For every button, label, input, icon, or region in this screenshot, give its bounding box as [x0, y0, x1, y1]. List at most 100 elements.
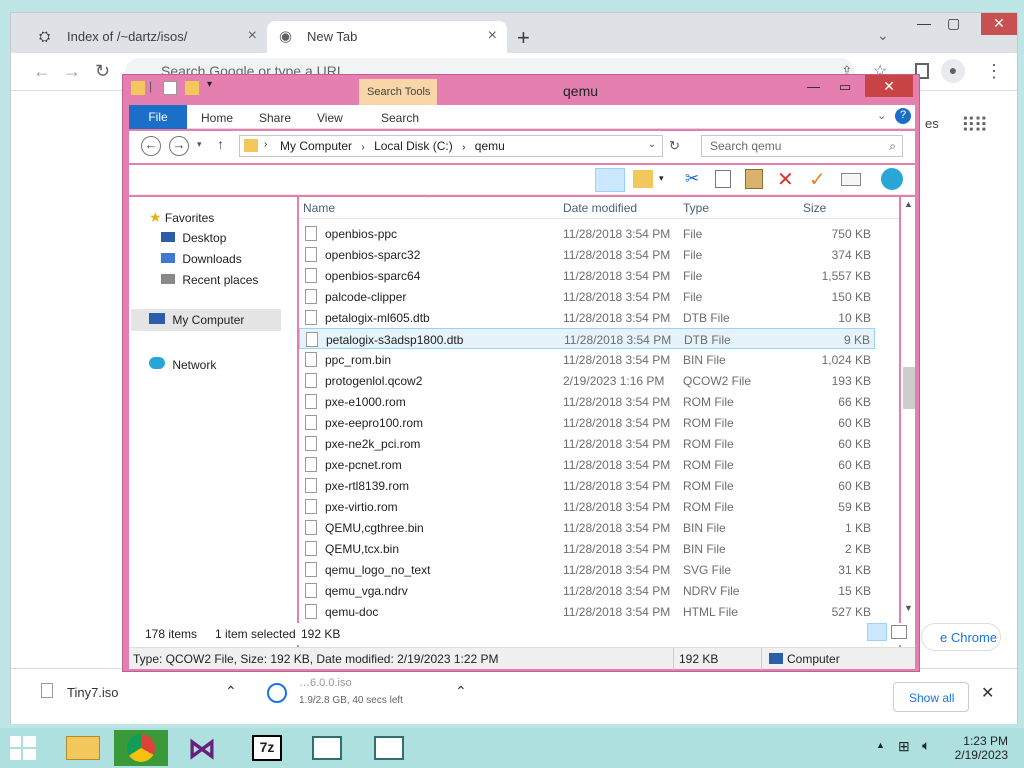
close-tab-icon[interactable]: × — [488, 27, 497, 45]
nav-favorites[interactable]: ★ Favorites — [149, 209, 214, 226]
table-row[interactable]: pxe-virtio.rom 11/28/2018 3:54 PM ROM File… — [299, 496, 875, 517]
table-row[interactable]: qemu-doc 11/28/2018 3:54 PM HTML File 527 K… — [299, 601, 875, 622]
vertical-scrollbar[interactable]: ▲ ▼ — [901, 197, 915, 647]
chevron-up-icon[interactable]: ⌃ — [225, 683, 237, 700]
clock[interactable]: 1:23 PM 2/19/2023 — [950, 734, 1008, 762]
properties-icon[interactable] — [841, 173, 861, 186]
breadcrumb-local-disk[interactable]: Local Disk (C:) — [374, 139, 453, 153]
copy-icon[interactable] — [715, 170, 731, 188]
minimize-button[interactable]: — — [807, 79, 820, 94]
forward-arrow-icon[interactable]: → — [63, 61, 81, 82]
tray-chevron-up-icon[interactable]: ▲ — [876, 740, 885, 750]
up-arrow-icon[interactable]: ↑ — [217, 136, 224, 152]
close-download-bar-icon[interactable]: ✕ — [981, 683, 994, 703]
minimize-button[interactable]: — — [917, 15, 931, 31]
breadcrumb-qemu[interactable]: qemu — [475, 139, 505, 153]
table-row[interactable]: pxe-e1000.rom 11/28/2018 3:54 PM ROM File 6… — [299, 391, 875, 412]
table-row[interactable]: qemu_logo_no_text 11/28/2018 3:54 PM SVG F… — [299, 559, 875, 580]
tab-search-chevron-icon[interactable]: ⌄ — [877, 27, 889, 44]
close-window-button[interactable]: ✕ — [865, 75, 913, 97]
globe-icon[interactable] — [881, 168, 903, 190]
cut-icon[interactable]: ✂ — [685, 169, 699, 189]
folder-options-icon[interactable] — [633, 170, 653, 188]
table-row[interactable]: openbios-sparc64 11/28/2018 3:54 PM File 1,… — [299, 265, 875, 286]
ribbon-collapse-icon[interactable]: ⌄ — [877, 109, 886, 122]
table-row[interactable]: openbios-ppc 11/28/2018 3:54 PM File 750 KB — [299, 223, 875, 244]
details-view-icon[interactable] — [867, 623, 887, 641]
header-link-partial[interactable]: es — [925, 116, 939, 131]
customize-chrome-button[interactable]: e Chrome — [921, 623, 1001, 651]
paste-icon[interactable] — [745, 169, 763, 189]
table-row[interactable]: pxe-ne2k_pci.rom 11/28/2018 3:54 PM ROM Fi… — [299, 433, 875, 454]
scroll-up-icon[interactable]: ▲ — [904, 199, 913, 209]
network-tray-icon[interactable]: ⊞ — [898, 738, 910, 755]
table-row[interactable]: pxe-pcnet.rom 11/28/2018 3:54 PM ROM File 6… — [299, 454, 875, 475]
search-input[interactable]: Search qemu ⌕ — [701, 135, 903, 157]
back-arrow-icon[interactable]: ← — [141, 136, 161, 156]
taskbar-app-1[interactable] — [300, 730, 354, 766]
help-icon[interactable]: ? — [895, 108, 911, 124]
maximize-button[interactable]: ▢ — [947, 15, 960, 32]
nav-downloads[interactable]: Downloads — [161, 252, 242, 266]
table-row[interactable]: pxe-rtl8139.rom 11/28/2018 3:54 PM ROM Fil… — [299, 475, 875, 496]
back-arrow-icon[interactable]: ← — [33, 61, 51, 82]
column-name[interactable]: Name — [303, 201, 335, 215]
taskbar-app-2[interactable] — [362, 730, 416, 766]
tab-view[interactable]: View — [317, 111, 343, 125]
new-tab-button[interactable]: + — [517, 25, 530, 51]
taskbar-visual-studio[interactable]: ⋈ — [176, 730, 230, 766]
maximize-button[interactable]: ▭ — [839, 79, 851, 95]
show-all-button[interactable]: Show all — [893, 682, 969, 712]
breadcrumb-my-computer[interactable]: My Computer — [280, 139, 352, 153]
taskbar-7zip[interactable]: 7z — [238, 730, 292, 766]
close-window-button[interactable]: ✕ — [981, 13, 1017, 35]
table-row[interactable]: QEMU,cgthree.bin 11/28/2018 3:54 PM BIN Fi… — [299, 517, 875, 538]
table-row[interactable]: QEMU,tcx.bin 11/28/2018 3:54 PM BIN File 2 … — [299, 538, 875, 559]
table-row[interactable]: pxe-eepro100.rom 11/28/2018 3:54 PM ROM Fi… — [299, 412, 875, 433]
column-date-modified[interactable]: Date modified — [563, 201, 637, 215]
large-icons-view-icon[interactable] — [891, 625, 907, 639]
tab-index-isos[interactable]: ⛭ Index of /~dartz/isos/ × — [27, 21, 267, 53]
table-row-selected[interactable]: petalogix-s3adsp1800.dtb 11/28/2018 3:54 … — [299, 328, 875, 349]
taskbar-chrome[interactable] — [114, 730, 168, 766]
volume-tray-icon[interactable]: 🔈︎ — [922, 737, 930, 754]
chevron-down-icon[interactable]: ⌄ — [648, 139, 656, 150]
qat-dropdown-icon[interactable]: ▾ — [207, 79, 212, 90]
new-folder-icon[interactable] — [185, 81, 199, 95]
refresh-icon[interactable]: ↻ — [669, 138, 680, 154]
delete-icon[interactable]: ✕ — [777, 167, 794, 192]
taskbar-file-explorer[interactable] — [56, 730, 110, 766]
table-row[interactable]: openbios-sparc32 11/28/2018 3:54 PM File 37… — [299, 244, 875, 265]
rename-check-icon[interactable]: ✓ — [809, 167, 826, 192]
tab-file[interactable]: File — [129, 105, 187, 129]
table-row[interactable]: petalogix-ml605.dtb 11/28/2018 3:54 PM DTB… — [299, 307, 875, 328]
preview-pane-icon[interactable] — [595, 168, 625, 192]
chevron-down-icon[interactable]: ▾ — [659, 173, 664, 184]
tab-new-tab[interactable]: ◉ New Tab × — [267, 21, 507, 53]
reload-icon[interactable]: ↻ — [95, 61, 110, 82]
download-item-tiny7[interactable]: Tiny7.iso ⌃ — [39, 683, 249, 713]
start-button[interactable] — [8, 734, 38, 762]
table-row[interactable]: palcode-clipper 11/28/2018 3:54 PM File 150… — [299, 286, 875, 307]
chevron-up-icon[interactable]: ⌃ — [455, 683, 467, 700]
table-row[interactable]: qemu_vga.ndrv 11/28/2018 3:54 PM NDRV File… — [299, 580, 875, 601]
column-type[interactable]: Type — [683, 201, 709, 215]
profile-avatar-icon[interactable]: ● — [941, 59, 965, 83]
column-size[interactable]: Size — [803, 201, 826, 215]
properties-icon[interactable] — [163, 81, 177, 95]
table-row[interactable]: ppc_rom.bin 11/28/2018 3:54 PM BIN File 1,0… — [299, 349, 875, 370]
close-tab-icon[interactable]: × — [248, 27, 257, 45]
chrome-menu-icon[interactable]: ⋮ — [985, 61, 1003, 82]
nav-network[interactable]: Network — [149, 357, 216, 372]
apps-grid-icon[interactable]: ⠿⠿ — [961, 113, 988, 138]
tab-share[interactable]: Share — [259, 111, 291, 125]
scroll-down-icon[interactable]: ▼ — [904, 603, 913, 613]
recent-locations-icon[interactable]: ▾ — [197, 139, 202, 150]
download-item-2[interactable]: …6.0.0.iso 1.9/2.8 GB, 40 secs left ⌃ — [267, 677, 477, 719]
address-bar[interactable]: › My Computer › Local Disk (C:) › qemu ⌄ — [239, 135, 663, 157]
nav-my-computer[interactable]: My Computer — [131, 309, 281, 331]
scrollbar-thumb[interactable] — [903, 367, 915, 409]
nav-desktop[interactable]: Desktop — [161, 231, 226, 245]
table-row[interactable]: protogenlol.qcow2 2/19/2023 1:16 PM QCOW2 … — [299, 370, 875, 391]
nav-recent-places[interactable]: Recent places — [161, 273, 258, 287]
